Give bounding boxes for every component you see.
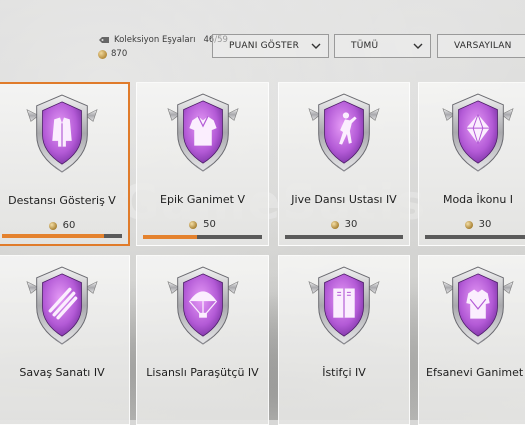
coin-icon [48, 221, 57, 230]
coin-icon [98, 49, 107, 59]
collection-summary: Koleksiyon Eşyaları 46/59 870 [98, 33, 228, 61]
locker-icon [333, 288, 355, 318]
badge-emblem [166, 93, 239, 172]
item-cost: 30 [279, 219, 409, 230]
coin-icon [464, 220, 473, 229]
collection-label: Koleksiyon Eşyaları [114, 35, 196, 45]
category-dropdown[interactable]: TÜMÜ [334, 34, 431, 58]
chevron-down-icon [311, 43, 321, 49]
badge-emblem [442, 93, 514, 172]
item-name: Moda İkonu I [442, 193, 514, 206]
progress-bar [285, 235, 403, 239]
show-points-label: PUANI GÖSTER [229, 41, 300, 51]
item-cost: 50 [137, 219, 268, 230]
category-label: TÜMÜ [351, 41, 379, 51]
badge-emblem [442, 266, 514, 345]
item-cost: 30 [419, 219, 525, 230]
progress-bar [2, 234, 122, 238]
badge-emblem [166, 266, 239, 345]
item-cost-value: 60 [62, 220, 76, 231]
item-cost-value: 50 [203, 219, 216, 230]
tag-icon [99, 37, 109, 43]
progress-bar [425, 235, 525, 239]
item-name: Lisanslı Paraşütçü IV [146, 366, 259, 379]
progress-bar [143, 235, 262, 239]
sort-label: VARSAYILAN [454, 41, 512, 51]
sort-dropdown[interactable]: VARSAYILAN [437, 34, 525, 58]
collection-item-card[interactable]: Efsanevi Ganimet I [418, 255, 525, 425]
collection-item-card[interactable]: Jive Dansı Ustası IV 30 [278, 82, 410, 246]
progress-fill [143, 235, 197, 239]
collection-item-card[interactable]: Lisanslı Paraşütçü IV [136, 255, 269, 425]
badge-emblem [26, 266, 98, 345]
coin-total: 870 [111, 49, 128, 59]
item-name: Destansı Gösteriş V [8, 194, 116, 207]
item-name: Savaş Sanatı IV [19, 366, 105, 379]
item-cost-value: 30 [478, 219, 492, 230]
badge-emblem [26, 94, 98, 173]
coin-icon [330, 220, 339, 229]
show-points-dropdown[interactable]: PUANI GÖSTER [212, 34, 329, 58]
item-name: Epik Ganimet V [160, 193, 245, 206]
badge-emblem [308, 93, 380, 172]
item-name: Jive Dansı Ustası IV [291, 193, 397, 206]
collection-item-card[interactable]: İstifçi IV [278, 255, 410, 425]
chevron-down-icon [413, 43, 423, 49]
collection-item-card[interactable]: Epik Ganimet V 50 [136, 82, 269, 246]
item-name: Efsanevi Ganimet I [426, 366, 525, 379]
collection-item-card[interactable]: Destansı Gösteriş V 60 [0, 82, 130, 246]
item-cost-value: 30 [344, 219, 358, 230]
collection-item-card[interactable]: Savaş Sanatı IV [0, 255, 130, 425]
item-cost: 60 [0, 220, 128, 231]
item-name: İstifçi IV [322, 366, 366, 379]
coin-icon [189, 220, 198, 229]
collection-item-card[interactable]: Moda İkonu I 30 [418, 82, 525, 246]
badge-emblem [308, 266, 380, 345]
progress-fill [2, 234, 104, 238]
